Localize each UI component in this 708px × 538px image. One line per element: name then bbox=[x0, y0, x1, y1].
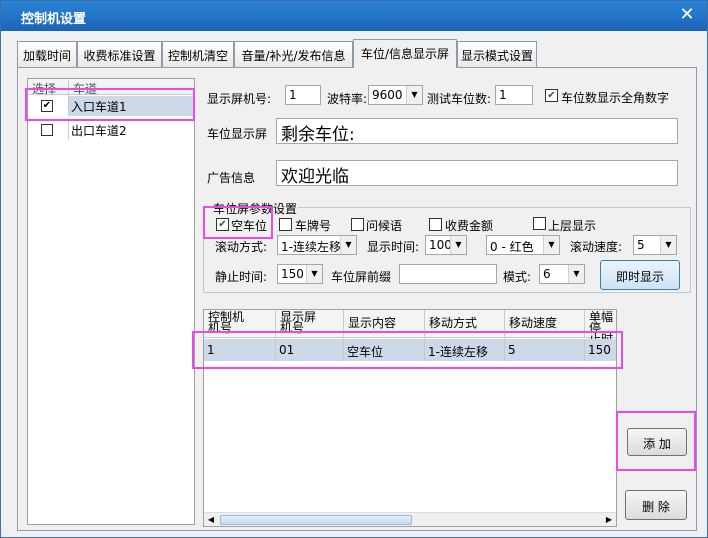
color-select[interactable]: 0 - 红色 ▼ bbox=[486, 235, 560, 255]
baud-label: 波特率: bbox=[327, 92, 368, 106]
tab-space-display[interactable]: 车位/信息显示屏 bbox=[353, 39, 457, 68]
show-now-button[interactable]: 即时显示 bbox=[600, 260, 680, 290]
scroll-thumb[interactable] bbox=[220, 515, 412, 525]
display-time-label: 显示时间: bbox=[367, 240, 420, 254]
plate-label: 车牌号 bbox=[295, 219, 332, 233]
chevron-down-icon: ▼ bbox=[568, 265, 584, 283]
test-spaces-field[interactable]: 1 bbox=[495, 85, 533, 105]
column-header: 显示屏 机号 bbox=[276, 310, 344, 338]
tab-controller-clear[interactable]: 控制机清空 bbox=[162, 41, 234, 67]
close-icon[interactable]: ✕ bbox=[677, 5, 697, 25]
lane-row[interactable]: ✔ 入口车道1 bbox=[28, 96, 194, 116]
spaces-label: 测试车位数: bbox=[427, 92, 492, 106]
space-screen-field[interactable]: 剩余车位: bbox=[276, 118, 678, 145]
chevron-right-icon[interactable]: ▶ bbox=[603, 514, 615, 526]
screen-no-field[interactable]: 1 bbox=[285, 85, 321, 105]
window-title: 控制机设置 bbox=[21, 12, 87, 27]
column-header: 控制机 机号 bbox=[204, 310, 276, 338]
upper-label: 上层显示 bbox=[548, 219, 597, 233]
add-button[interactable]: 添 加 bbox=[627, 428, 687, 456]
greeting-label: 问候语 bbox=[366, 219, 403, 233]
greeting-checkbox[interactable] bbox=[351, 218, 364, 231]
scroll-mode-label: 滚动方式: bbox=[215, 240, 268, 254]
baud-select[interactable]: 9600 ▼ bbox=[368, 85, 423, 105]
table-cell[interactable]: 空车位 bbox=[344, 339, 425, 361]
lane-checkbox[interactable]: ✔ bbox=[41, 100, 53, 112]
chevron-down-icon: ▼ bbox=[406, 86, 422, 104]
chevron-down-icon: ▼ bbox=[306, 265, 322, 283]
plate-checkbox[interactable] bbox=[279, 218, 292, 231]
table-cell[interactable]: 5 bbox=[505, 339, 585, 361]
column-header: 移动方式 bbox=[425, 310, 505, 338]
empty-space-checkbox[interactable]: ✔ bbox=[216, 218, 229, 231]
chevron-down-icon: ▼ bbox=[450, 236, 466, 254]
still-time-label: 静止时间: bbox=[215, 270, 268, 284]
params-legend: 车位屏参数设置 bbox=[212, 200, 299, 217]
scroll-speed-label: 滚动速度: bbox=[570, 240, 623, 254]
screen-no-label: 显示屏机号: bbox=[207, 92, 272, 106]
lane-list-header: 选择 车道 bbox=[28, 79, 194, 96]
chevron-down-icon: ▼ bbox=[660, 236, 676, 254]
upper-checkbox[interactable] bbox=[533, 217, 546, 230]
horizontal-scrollbar[interactable]: ◀ ▶ bbox=[204, 512, 616, 526]
mode-label: 模式: bbox=[503, 270, 532, 284]
prefix-label: 车位屏前缀 bbox=[331, 270, 392, 284]
display-time-select[interactable]: 100 ▼ bbox=[425, 235, 467, 255]
table-cell[interactable]: 1 bbox=[204, 339, 276, 361]
table-cell[interactable]: 01 bbox=[276, 339, 344, 361]
ad-label: 广告信息 bbox=[207, 171, 256, 185]
display-table: 控制机机号 显示屏机号 显示内容 移动方式 移动速度 单幅停止时间 1 01 空… bbox=[203, 309, 617, 527]
mode-select[interactable]: 6 ▼ bbox=[539, 264, 585, 284]
prefix-field[interactable] bbox=[399, 264, 497, 284]
tab-load-time[interactable]: 加载时间 bbox=[17, 41, 77, 67]
title-bar: 控制机设置 ✕ bbox=[1, 1, 707, 31]
header-lane: 车道 bbox=[68, 80, 97, 96]
column-header: 显示内容 bbox=[344, 310, 425, 338]
lane-row[interactable]: 出口车道2 bbox=[28, 120, 194, 140]
delete-button[interactable]: 删 除 bbox=[625, 490, 687, 520]
chevron-down-icon: ▼ bbox=[543, 236, 559, 254]
column-header: 移动速度 bbox=[505, 310, 585, 338]
tab-display-mode[interactable]: 显示模式设置 bbox=[457, 41, 537, 67]
space-screen-label: 车位显示屏 bbox=[207, 127, 268, 141]
fee-label: 收费金额 bbox=[445, 219, 494, 233]
fee-checkbox[interactable] bbox=[429, 218, 442, 231]
header-select: 选择 bbox=[32, 82, 57, 96]
table-cell[interactable]: 150 bbox=[585, 339, 616, 361]
still-time-select[interactable]: 150 ▼ bbox=[277, 264, 323, 284]
empty-space-label: 空车位 bbox=[231, 219, 268, 233]
tab-volume-light[interactable]: 音量/补光/发布信息 bbox=[234, 41, 353, 67]
chevron-down-icon: ▼ bbox=[340, 236, 356, 254]
ad-field[interactable]: 欢迎光临 bbox=[276, 160, 678, 187]
fullwidth-label: 车位数显示全角数字 bbox=[561, 91, 670, 105]
settings-window: 控制机设置 ✕ 加载时间 收费标准设置 控制机清空 音量/补光/发布信息 车位/… bbox=[0, 0, 708, 538]
lane-checkbox[interactable] bbox=[41, 124, 53, 136]
table-cell[interactable]: 1-连续左移 bbox=[425, 339, 505, 361]
fullwidth-checkbox[interactable]: ✔ bbox=[545, 89, 558, 102]
scroll-speed-select[interactable]: 5 ▼ bbox=[633, 235, 677, 255]
scroll-mode-select[interactable]: 1-连续左移 ▼ bbox=[277, 235, 357, 255]
tab-fee-standard[interactable]: 收费标准设置 bbox=[77, 41, 162, 67]
chevron-left-icon[interactable]: ◀ bbox=[205, 514, 217, 526]
lane-label: 入口车道1 bbox=[68, 96, 194, 116]
column-header: 单幅停止时间 bbox=[585, 310, 616, 356]
lane-label: 出口车道2 bbox=[68, 120, 127, 140]
lane-list: 选择 车道 ✔ 入口车道1 出口车道2 bbox=[27, 78, 195, 525]
